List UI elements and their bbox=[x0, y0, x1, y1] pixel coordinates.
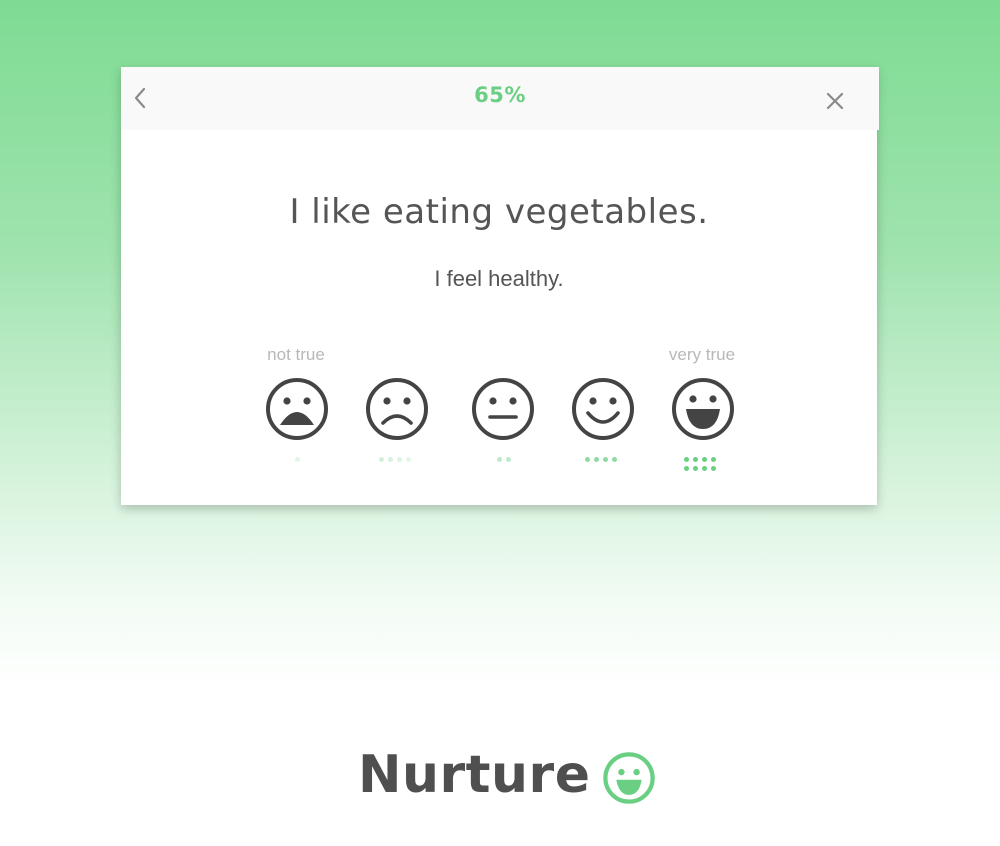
progress-percentage: 65% bbox=[474, 83, 526, 107]
level-dots-2 bbox=[367, 455, 427, 475]
question-statement: I feel healthy. bbox=[434, 266, 564, 291]
close-icon bbox=[826, 92, 844, 110]
level-dots-3 bbox=[473, 455, 533, 475]
brand: Nurture bbox=[358, 742, 656, 808]
rating-option-4[interactable] bbox=[571, 377, 635, 441]
close-button[interactable] bbox=[821, 87, 849, 115]
face-neutral-icon bbox=[472, 378, 534, 440]
question-title: I like eating vegetables. bbox=[289, 192, 709, 232]
face-laugh-icon bbox=[672, 378, 734, 440]
rating-option-2[interactable] bbox=[365, 377, 429, 441]
rating-option-3[interactable] bbox=[471, 377, 535, 441]
level-dots-5 bbox=[673, 455, 733, 475]
level-dots-4 bbox=[573, 455, 633, 475]
face-shocked-icon bbox=[266, 378, 328, 440]
scale-high-label: very true bbox=[668, 345, 736, 364]
rating-option-1[interactable] bbox=[265, 377, 329, 441]
smiley-logo-icon bbox=[603, 752, 656, 804]
level-dots-1 bbox=[267, 455, 327, 475]
face-smile-icon bbox=[572, 378, 634, 440]
card-header: 65% bbox=[121, 67, 879, 130]
rating-option-5[interactable] bbox=[671, 377, 735, 441]
scale-low-label: not true bbox=[267, 345, 325, 364]
brand-name: Nurture bbox=[358, 745, 591, 805]
face-sad-icon bbox=[366, 378, 428, 440]
question-card: 65% I like eating vegetables. I feel hea… bbox=[121, 67, 879, 505]
